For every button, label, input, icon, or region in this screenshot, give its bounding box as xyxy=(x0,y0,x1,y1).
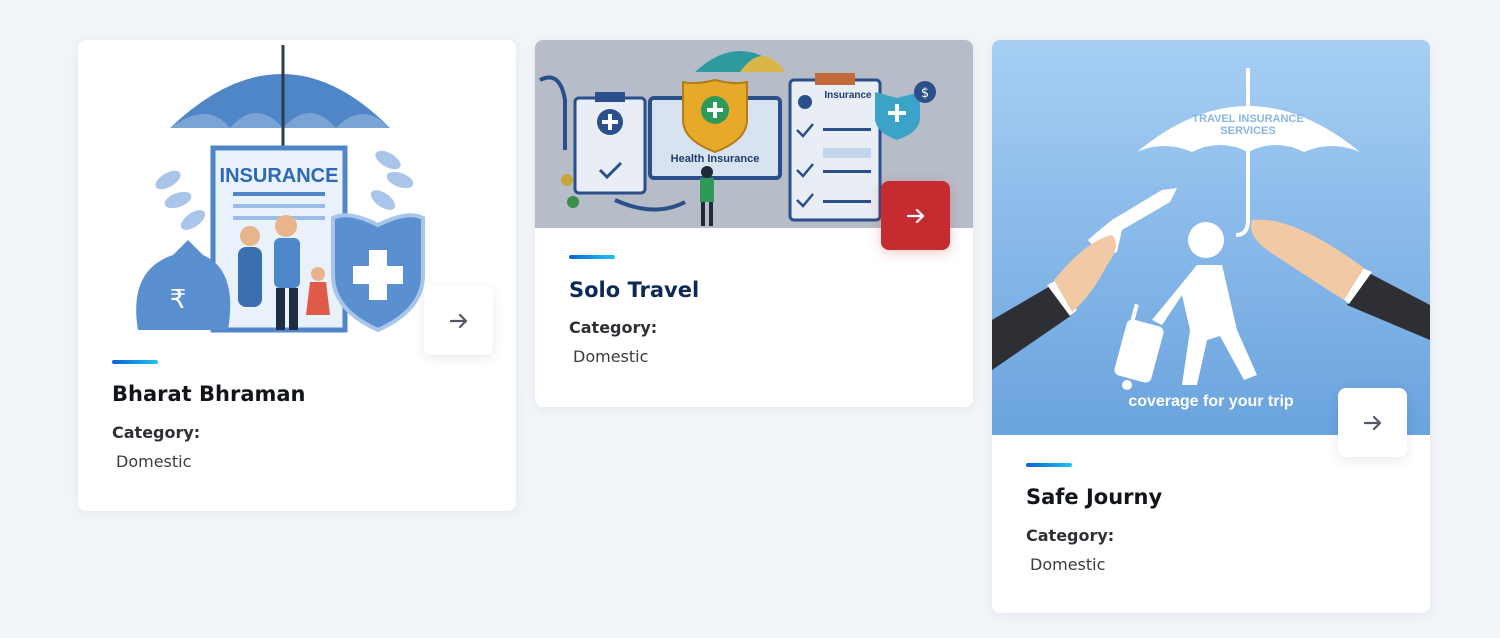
view-details-button[interactable] xyxy=(881,181,950,250)
insurance-card-solo-travel[interactable]: Health Insurance Insurance $ Solo Travel… xyxy=(535,40,973,407)
category-value: Domestic xyxy=(116,452,192,471)
category-label: Category: xyxy=(112,423,201,442)
insurance-clipboard-text: Insurance xyxy=(824,90,872,101)
card-title[interactable]: Bharat Bhraman xyxy=(112,382,306,406)
health-insurance-text: Health Insurance xyxy=(671,153,760,165)
view-details-button[interactable] xyxy=(1338,388,1407,457)
category-label: Category: xyxy=(569,318,658,337)
category-label: Category: xyxy=(1026,526,1115,545)
travel-insurance-text: TRAVEL INSURANCE xyxy=(1192,113,1303,125)
card-title[interactable]: Safe Journy xyxy=(1026,485,1162,509)
dollar-symbol: $ xyxy=(921,86,929,101)
card-image-travel-insurance: TRAVEL INSURANCE SERVICES coverage for y… xyxy=(992,40,1430,435)
insurance-card-bharat-bhraman[interactable]: INSURANCE ₹ Bharat Bhraman Category: Dom… xyxy=(78,40,516,511)
category-value: Domestic xyxy=(573,347,649,366)
accent-line xyxy=(569,255,615,259)
category-value: Domestic xyxy=(1030,555,1106,574)
rupee-symbol: ₹ xyxy=(170,285,187,315)
insurance-doc-text: INSURANCE xyxy=(220,165,339,187)
services-text: SERVICES xyxy=(1220,125,1275,137)
arrow-right-icon xyxy=(449,313,468,329)
card-title[interactable]: Solo Travel xyxy=(569,278,699,302)
accent-line xyxy=(112,360,158,364)
insurance-card-safe-journy[interactable]: TRAVEL INSURANCE SERVICES coverage for y… xyxy=(992,40,1430,613)
arrow-right-icon xyxy=(906,208,925,224)
arrow-right-icon xyxy=(1363,415,1382,431)
accent-line xyxy=(1026,463,1072,467)
coverage-caption: coverage for your trip xyxy=(1128,393,1294,410)
view-details-button[interactable] xyxy=(424,286,493,355)
